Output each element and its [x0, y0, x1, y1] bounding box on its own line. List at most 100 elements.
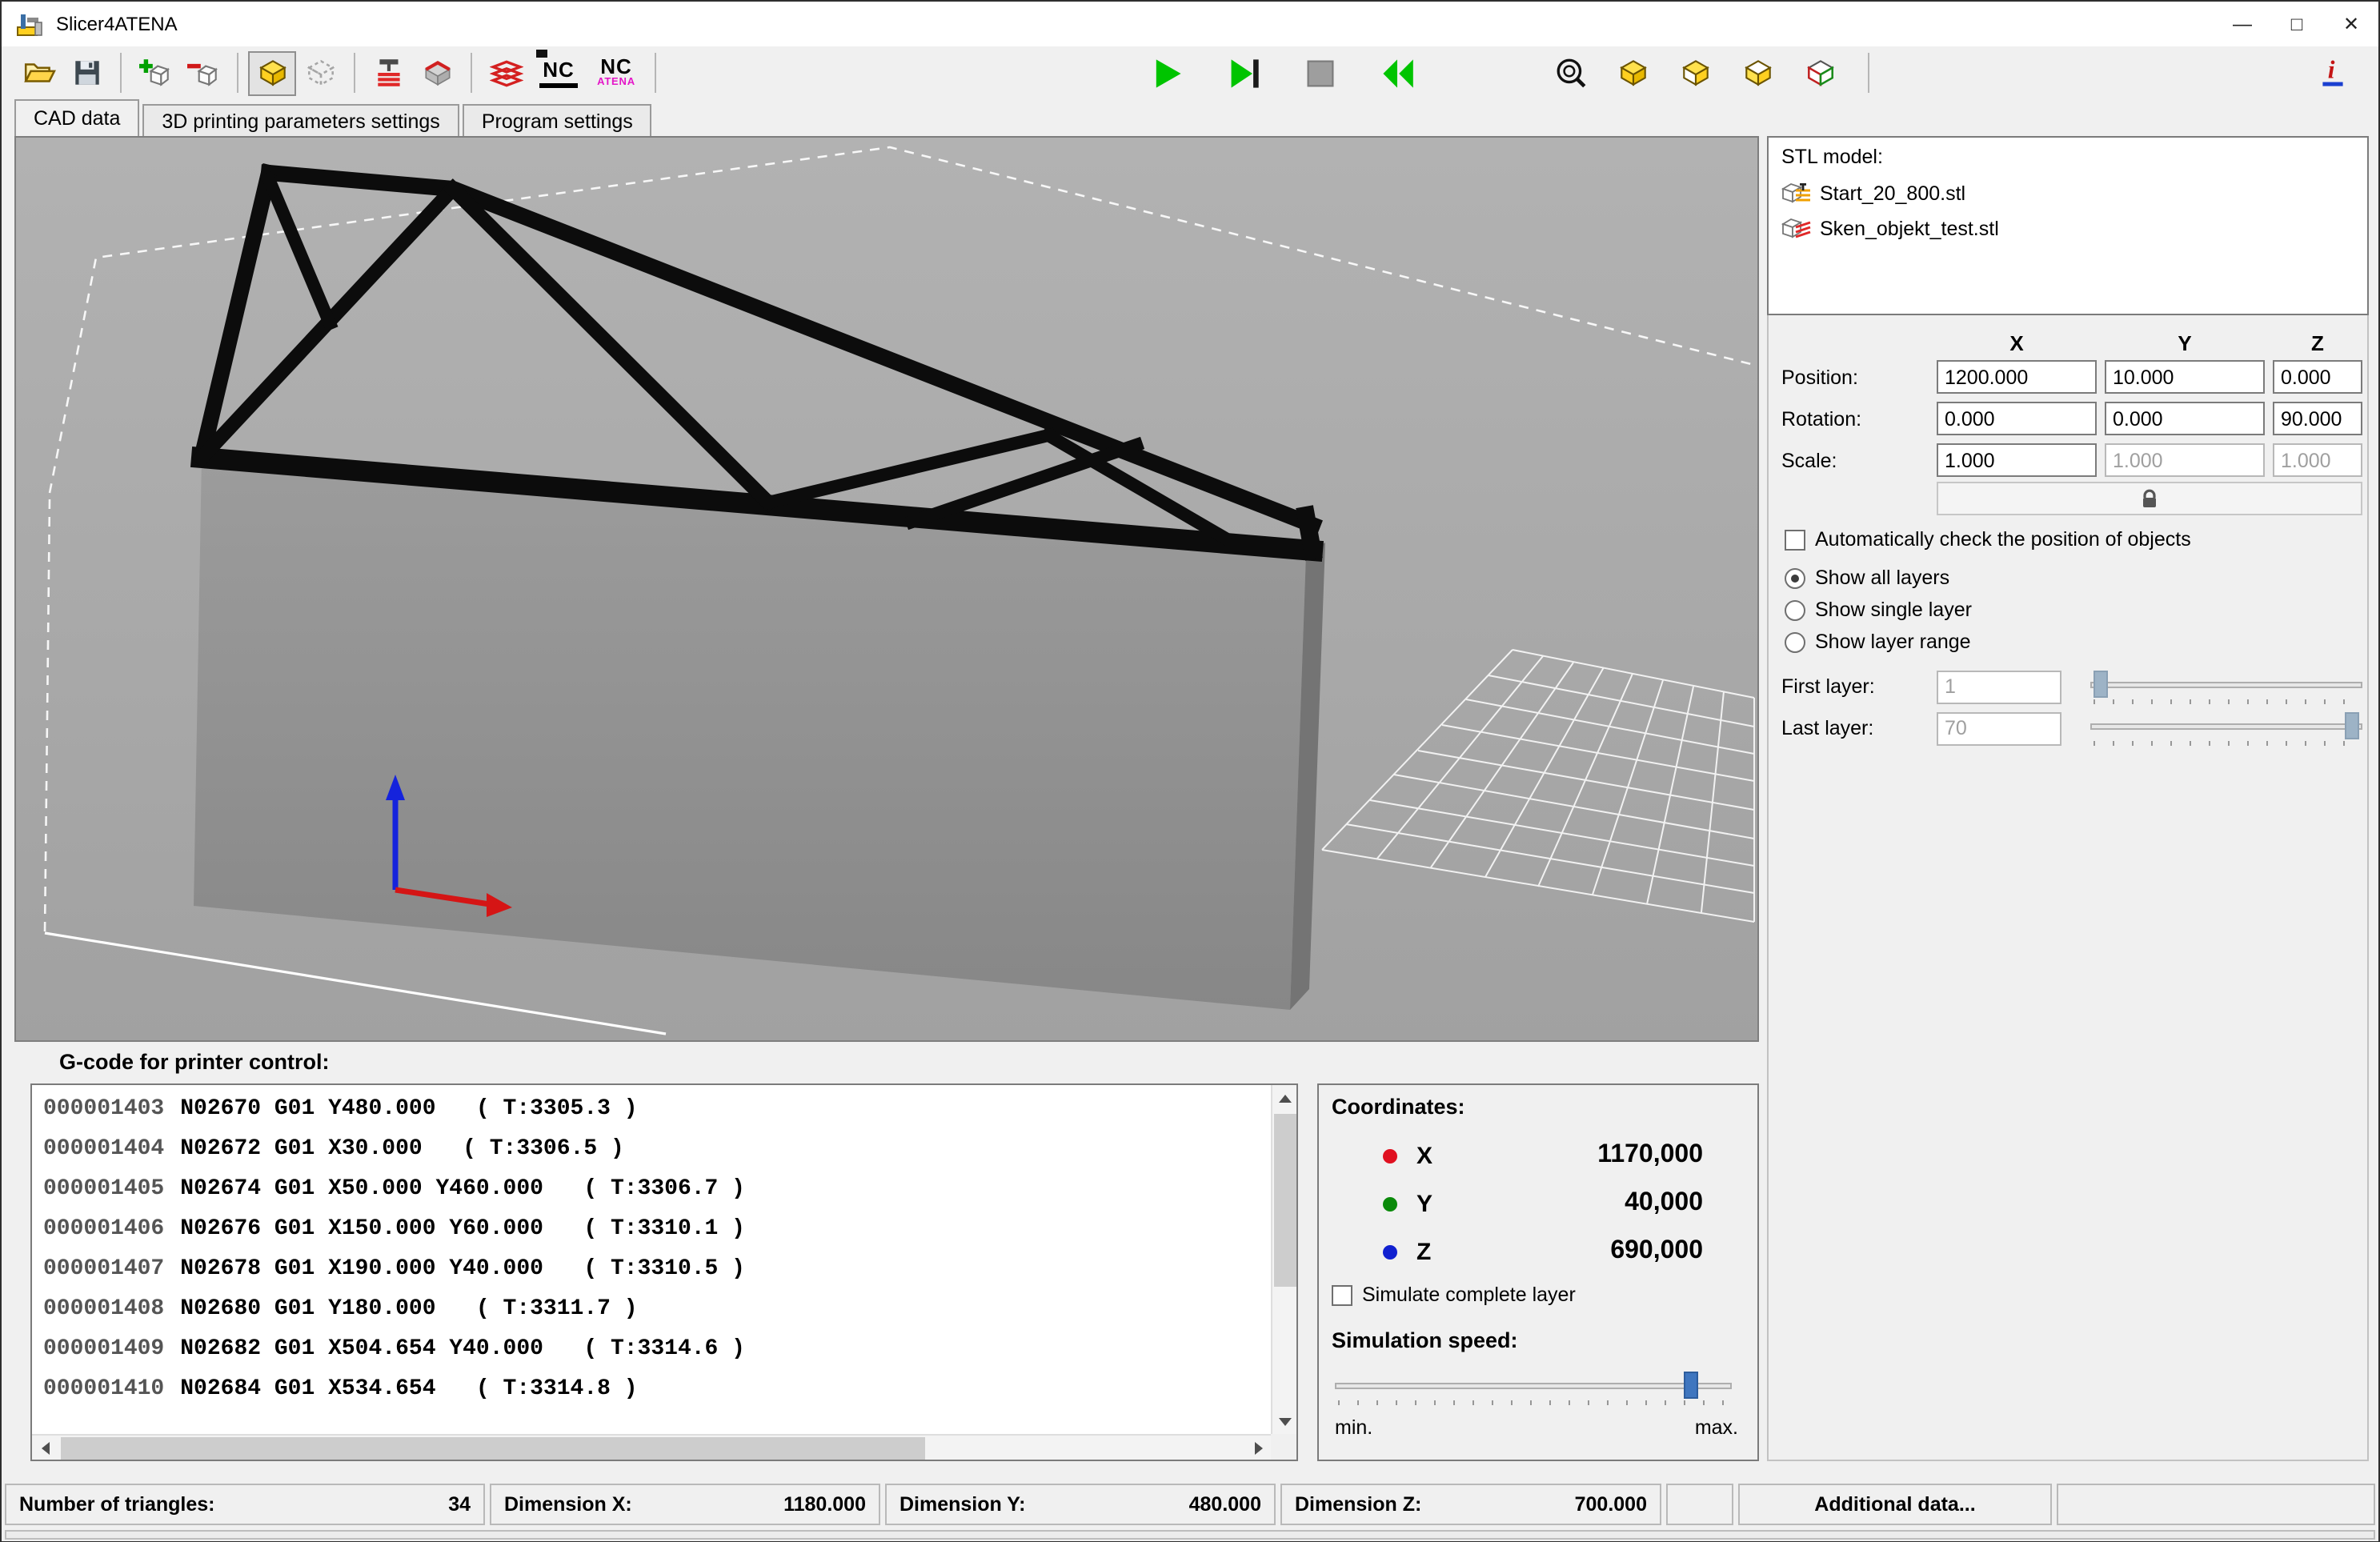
tab-3d-printing-parameters[interactable]: 3D printing parameters settings — [142, 104, 459, 136]
view-cube-3-button[interactable] — [1733, 50, 1781, 95]
scroll-down-icon — [1279, 1417, 1292, 1425]
slider-thumb[interactable] — [1684, 1372, 1698, 1399]
gcode-vertical-scrollbar[interactable] — [1271, 1085, 1296, 1434]
layers-button[interactable] — [482, 50, 530, 95]
coordinate-x-row: X 1170,000 — [1383, 1136, 1703, 1175]
view-cube-2-button[interactable] — [1671, 50, 1719, 95]
scroll-up-button[interactable] — [1272, 1085, 1298, 1111]
position-x-input[interactable] — [1937, 360, 2097, 394]
bottom-strip — [5, 1530, 2375, 1540]
tab-program-settings[interactable]: Program settings — [463, 104, 652, 136]
stl-list-item[interactable]: Start_20_800.stl — [1781, 181, 1965, 206]
rotation-row: Rotation: — [1781, 402, 2362, 435]
nc-atena-export-button[interactable]: NC ATENA — [587, 50, 645, 95]
simulation-speed-title: Simulation speed: — [1332, 1328, 1518, 1352]
scroll-left-button[interactable] — [32, 1436, 58, 1461]
toolbar-separator — [237, 53, 238, 93]
remove-model-button[interactable] — [179, 50, 227, 95]
scrollbar-corner — [1271, 1434, 1296, 1460]
save-button[interactable] — [62, 50, 110, 95]
checkbox-box — [1785, 529, 1805, 550]
slice-model-button[interactable] — [365, 50, 413, 95]
first-layer-row: First layer: — [1781, 669, 2362, 704]
scroll-down-button[interactable] — [1272, 1408, 1298, 1434]
stl-list-item[interactable]: Sken_objekt_test.stl — [1781, 216, 1999, 242]
rotation-z-input[interactable] — [2273, 402, 2362, 435]
radio-show-all-layers[interactable]: Show all layers — [1785, 567, 1949, 589]
stl-model-title: STL model: — [1781, 146, 1883, 168]
zoom-reset-icon — [1553, 56, 1587, 90]
y-axis-label: Y — [1416, 1190, 1458, 1217]
dimension-z-segment: Dimension Z: 700.000 — [1280, 1484, 1661, 1525]
view-cube-4-button[interactable] — [1796, 50, 1844, 95]
position-y-input[interactable] — [2105, 360, 2265, 394]
simulate-complete-layer-checkbox[interactable]: Simulate complete layer — [1332, 1284, 1576, 1306]
layers-icon — [489, 56, 523, 90]
gcode-row: 000001404N02672 G01 X30.000 ( T:3306.5 ) — [32, 1130, 1269, 1170]
toolbar-separator — [655, 53, 656, 93]
vertical-scroll-thumb[interactable] — [1274, 1114, 1296, 1287]
open-button[interactable] — [14, 50, 62, 95]
minimize-button[interactable]: — — [2215, 3, 2270, 45]
position-z-input[interactable] — [2273, 360, 2362, 394]
viewport-3d[interactable] — [14, 136, 1759, 1042]
gcode-listing[interactable]: 000001403N02670 G01 Y480.000 ( T:3305.3 … — [30, 1083, 1298, 1461]
close-button[interactable]: ✕ — [2324, 3, 2378, 45]
scale-row: Scale: — [1781, 443, 2362, 477]
maximize-button[interactable]: □ — [2270, 3, 2324, 45]
lock-icon — [2138, 487, 2161, 510]
toolbar-separator — [354, 53, 355, 93]
dimension-x-value: 1180.000 — [783, 1493, 866, 1516]
tab-cad-data[interactable]: CAD data — [14, 99, 139, 136]
scroll-right-button[interactable] — [1245, 1436, 1271, 1461]
zoom-reset-button[interactable] — [1546, 50, 1594, 95]
slider-track[interactable] — [1335, 1383, 1732, 1389]
info-button[interactable]: i — [2308, 50, 2356, 95]
first-layer-input — [1937, 670, 2061, 703]
simulation-speed-slider[interactable] — [1335, 1370, 1732, 1405]
checkbox-box — [1332, 1284, 1352, 1305]
app-icon — [16, 10, 43, 38]
nc-export-button[interactable]: NC — [530, 50, 587, 95]
rotation-label: Rotation: — [1781, 407, 1937, 430]
add-model-icon — [138, 56, 172, 90]
rewind-button[interactable] — [1370, 50, 1424, 95]
position-row: Position: — [1781, 360, 2362, 394]
scale-lock-button[interactable] — [1937, 482, 2362, 515]
scale-y-input — [2105, 443, 2265, 477]
last-layer-label: Last layer: — [1781, 717, 1937, 739]
auto-check-position-checkbox[interactable]: Automatically check the position of obje… — [1785, 528, 2191, 551]
radio-show-layer-range[interactable]: Show layer range — [1785, 631, 1971, 653]
slice-settings-button[interactable] — [413, 50, 461, 95]
horizontal-scroll-thumb[interactable] — [61, 1437, 925, 1460]
stl-scan-icon — [1781, 216, 1812, 242]
slider-thumb — [2094, 671, 2108, 698]
transparent-view-button[interactable] — [296, 50, 344, 95]
play-button[interactable] — [1140, 50, 1194, 95]
rotation-x-input[interactable] — [1937, 402, 2097, 435]
gcode-horizontal-scrollbar[interactable] — [32, 1434, 1271, 1460]
coordinates-title: Coordinates: — [1332, 1095, 1465, 1119]
scale-x-input[interactable] — [1937, 443, 2097, 477]
triangles-segment: Number of triangles: 34 — [5, 1484, 485, 1525]
dimension-x-segment: Dimension X: 1180.000 — [490, 1484, 880, 1525]
rotation-y-input[interactable] — [2105, 402, 2265, 435]
view-cube-2-icon — [1678, 56, 1712, 90]
play-to-end-button[interactable] — [1216, 50, 1271, 95]
triangles-value: 34 — [448, 1493, 471, 1516]
additional-data-button[interactable]: Additional data... — [1738, 1484, 2052, 1525]
play-to-end-icon — [1226, 55, 1261, 90]
view-cube-1-icon — [1616, 56, 1649, 90]
stl-model-listbox[interactable]: STL model: Start_20_800.stl Sken_objekt_… — [1767, 136, 2369, 315]
empty-segment — [1666, 1484, 1733, 1525]
gcode-title: G-code for printer control: — [59, 1050, 330, 1074]
gcode-row: 000001405N02674 G01 X50.000 Y460.000 ( T… — [32, 1170, 1269, 1210]
solid-view-button[interactable] — [248, 50, 296, 95]
min-label: min. — [1335, 1416, 1372, 1439]
z-axis-dot — [1383, 1244, 1397, 1259]
column-y: Y — [2105, 331, 2265, 355]
radio-show-single-layer[interactable]: Show single layer — [1785, 599, 1972, 621]
view-cube-1-button[interactable] — [1609, 50, 1657, 95]
stop-button[interactable] — [1293, 50, 1348, 95]
add-model-button[interactable] — [131, 50, 179, 95]
